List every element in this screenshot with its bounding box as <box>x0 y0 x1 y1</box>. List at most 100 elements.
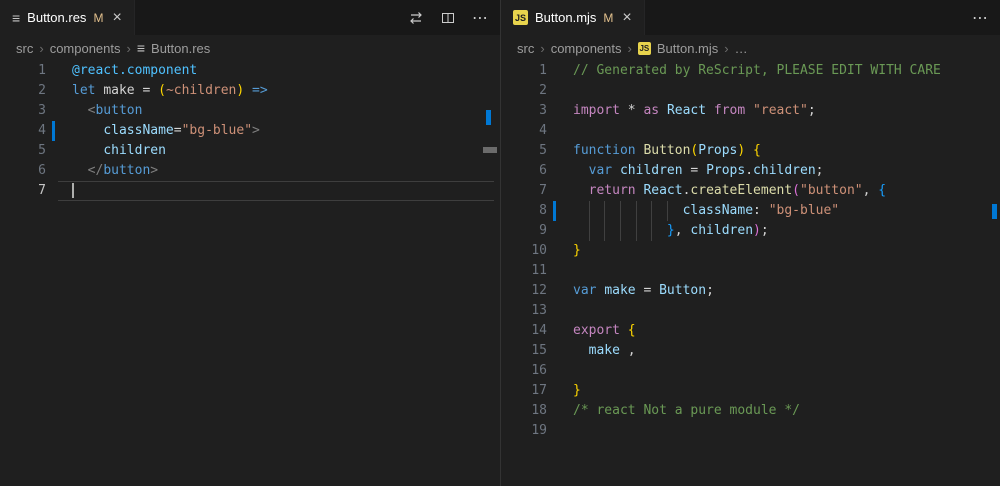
code-text: export { <box>573 321 636 341</box>
editor-actions-left: ⋯ <box>406 0 500 35</box>
gutter-modified-indicator <box>52 121 55 141</box>
code-text: <button <box>72 101 142 121</box>
code-line[interactable]: 9 }, children); <box>501 221 1000 241</box>
code-text: return React.createElement("button", { <box>573 181 886 201</box>
line-number[interactable]: 19 <box>501 421 547 441</box>
line-number[interactable]: 6 <box>501 161 547 181</box>
code-editor-right[interactable]: 1 // Generated by ReScript, PLEASE EDIT W… <box>501 61 1000 486</box>
more-actions-icon[interactable]: ⋯ <box>970 8 990 28</box>
js-file-icon: JS <box>638 42 651 55</box>
current-line-highlight <box>58 181 494 201</box>
code-text: let make = (~children) => <box>72 81 268 101</box>
code-line[interactable]: 14 export { <box>501 321 1000 341</box>
line-number[interactable]: 5 <box>0 141 46 161</box>
code-line[interactable]: 6 var children = Props.children; <box>501 161 1000 181</box>
line-number[interactable]: 7 <box>501 181 547 201</box>
line-number[interactable]: 2 <box>0 81 46 101</box>
code-text: // Generated by ReScript, PLEASE EDIT WI… <box>573 61 941 81</box>
code-line[interactable]: 15 make , <box>501 341 1000 361</box>
code-line[interactable]: 7 <box>0 181 500 201</box>
code-text: } <box>573 241 581 261</box>
tab-label: Button.res <box>27 10 86 25</box>
git-modified-badge: M <box>93 11 103 25</box>
code-line[interactable]: 1 // Generated by ReScript, PLEASE EDIT W… <box>501 61 1000 81</box>
editor-pane-right: JS Button.mjs M × ⋯ src › components › J… <box>500 0 1000 486</box>
close-tab-icon[interactable]: × <box>112 10 121 26</box>
breadcrumb-item-components[interactable]: components <box>551 41 622 56</box>
code-editor-left[interactable]: 1@react.component2 let make = (~children)… <box>0 61 500 486</box>
code-line[interactable]: 4 className="bg-blue"> <box>0 121 500 141</box>
code-line[interactable]: 8 className: "bg-blue" <box>501 201 1000 221</box>
code-text: }, children); <box>573 221 769 241</box>
indent-guide <box>651 221 652 241</box>
line-number[interactable]: 14 <box>501 321 547 341</box>
tab-label: Button.mjs <box>535 10 596 25</box>
tab-button-mjs[interactable]: JS Button.mjs M × <box>501 0 645 35</box>
code-text: /* react Not a pure module */ <box>573 401 800 421</box>
compare-changes-icon[interactable] <box>406 8 426 28</box>
split-editor-icon[interactable] <box>438 8 458 28</box>
line-number[interactable]: 12 <box>501 281 547 301</box>
overview-modified-marker <box>486 110 491 125</box>
line-number[interactable]: 4 <box>0 121 46 141</box>
line-number[interactable]: 9 <box>501 221 547 241</box>
code-line[interactable]: 12var make = Button; <box>501 281 1000 301</box>
breadcrumb-item-symbol[interactable]: … <box>735 41 748 56</box>
code-line[interactable]: 2 <box>501 81 1000 101</box>
code-line[interactable]: 10} <box>501 241 1000 261</box>
line-number[interactable]: 13 <box>501 301 547 321</box>
code-line[interactable]: 5function Button(Props) { <box>501 141 1000 161</box>
code-line[interactable]: 7 return React.createElement("button", { <box>501 181 1000 201</box>
code-line[interactable]: 13 <box>501 301 1000 321</box>
chevron-right-icon: › <box>540 41 544 56</box>
breadcrumb-item-src[interactable]: src <box>517 41 534 56</box>
line-number[interactable]: 1 <box>0 61 46 81</box>
more-actions-icon[interactable]: ⋯ <box>470 8 490 28</box>
line-number[interactable]: 3 <box>501 101 547 121</box>
line-number[interactable]: 17 <box>501 381 547 401</box>
code-line[interactable]: 18 /* react Not a pure module */ <box>501 401 1000 421</box>
breadcrumb-item-components[interactable]: components <box>50 41 121 56</box>
line-number[interactable]: 18 <box>501 401 547 421</box>
line-number[interactable]: 15 <box>501 341 547 361</box>
indent-guide <box>604 221 605 241</box>
code-line[interactable]: 2 let make = (~children) => <box>0 81 500 101</box>
chevron-right-icon: › <box>39 41 43 56</box>
gutter-modified-indicator <box>553 201 556 221</box>
code-line[interactable]: 1@react.component <box>0 61 500 81</box>
text-cursor <box>72 183 74 198</box>
breadcrumb-item-file[interactable]: Button.mjs <box>657 41 718 56</box>
line-number[interactable]: 2 <box>501 81 547 101</box>
line-number[interactable]: 1 <box>501 61 547 81</box>
line-number[interactable]: 11 <box>501 261 547 281</box>
tab-button-res[interactable]: ≡ Button.res M × <box>0 0 135 35</box>
chevron-right-icon: › <box>127 41 131 56</box>
line-number[interactable]: 10 <box>501 241 547 261</box>
line-number[interactable]: 6 <box>0 161 46 181</box>
code-line[interactable]: 11 <box>501 261 1000 281</box>
close-tab-icon[interactable]: × <box>622 10 631 26</box>
chevron-right-icon: › <box>724 41 728 56</box>
code-line[interactable]: 17} <box>501 381 1000 401</box>
overview-modified-marker <box>992 204 997 219</box>
code-line[interactable]: 16 <box>501 361 1000 381</box>
tab-bar-right: JS Button.mjs M × ⋯ <box>501 0 1000 35</box>
code-line[interactable]: 3 import * as React from "react"; <box>501 101 1000 121</box>
code-text: } <box>573 381 581 401</box>
code-line[interactable]: 3 <button <box>0 101 500 121</box>
line-number[interactable]: 5 <box>501 141 547 161</box>
code-line[interactable]: 4 <box>501 121 1000 141</box>
line-number[interactable]: 8 <box>501 201 547 221</box>
code-line[interactable]: 5 children <box>0 141 500 161</box>
breadcrumb-right: src › components › JS Button.mjs › … <box>501 35 1000 61</box>
indent-guide <box>589 201 590 221</box>
breadcrumb-item-file[interactable]: Button.res <box>151 41 210 56</box>
line-number[interactable]: 7 <box>0 181 46 201</box>
line-number[interactable]: 3 <box>0 101 46 121</box>
code-line[interactable]: 6 </button> <box>0 161 500 181</box>
breadcrumb-item-src[interactable]: src <box>16 41 33 56</box>
line-number[interactable]: 16 <box>501 361 547 381</box>
code-line[interactable]: 19 <box>501 421 1000 441</box>
line-number[interactable]: 4 <box>501 121 547 141</box>
code-text: import * as React from "react"; <box>573 101 816 121</box>
